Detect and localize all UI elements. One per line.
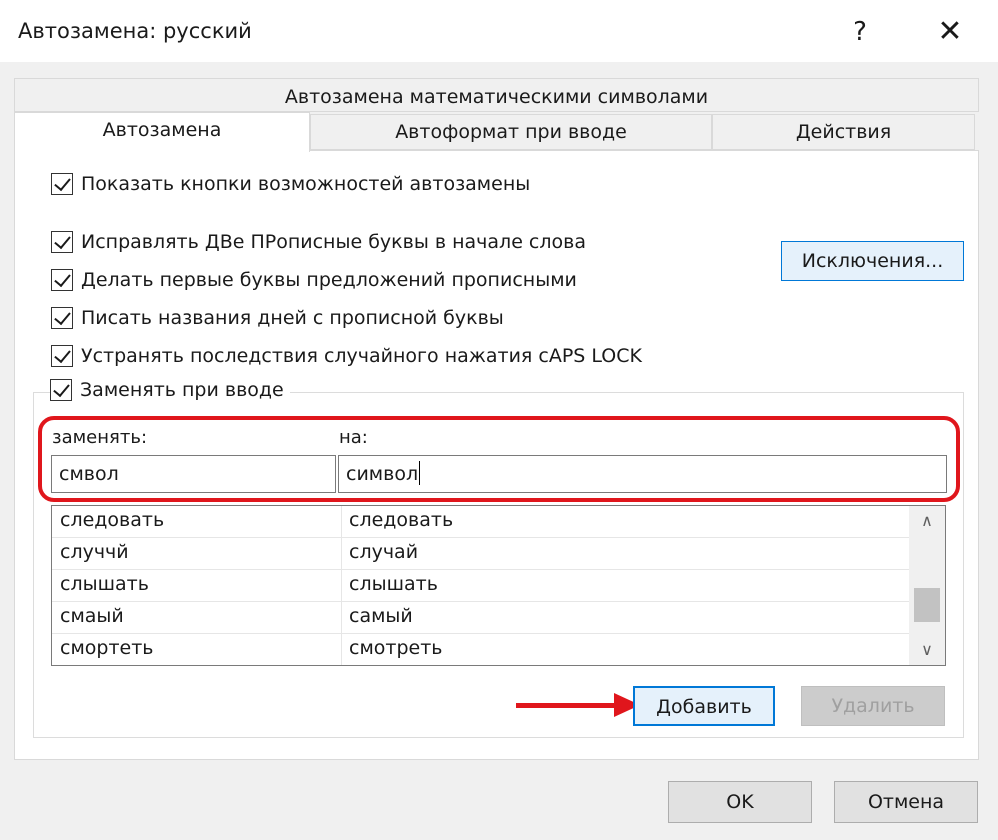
tab-autocorrect[interactable]: Автозамена bbox=[14, 112, 310, 152]
column-divider bbox=[341, 570, 342, 602]
list-cell-to: слышать bbox=[349, 573, 438, 595]
days-checkbox[interactable]: Писать названия дней с прописной буквы bbox=[51, 307, 504, 329]
checkbox-checked-icon bbox=[51, 307, 73, 329]
checkbox-checked-icon bbox=[51, 269, 73, 291]
list-cell-from: смортеть bbox=[60, 637, 154, 659]
days-label: Писать названия дней с прописной буквы bbox=[81, 307, 504, 329]
checkbox-checked-icon bbox=[50, 379, 72, 401]
column-divider bbox=[341, 538, 342, 570]
checkbox-checked-icon bbox=[51, 173, 73, 195]
list-row[interactable]: слышать слышать bbox=[52, 570, 909, 602]
red-arrow-shaft bbox=[516, 703, 618, 708]
list-row[interactable]: смортеть смотреть bbox=[52, 634, 909, 665]
list-cell-from: слышать bbox=[60, 573, 149, 595]
tab-autoformat[interactable]: Автоформат при вводе bbox=[310, 114, 712, 150]
list-row[interactable]: следовать следовать bbox=[52, 506, 909, 538]
cancel-button[interactable]: Отмена bbox=[834, 781, 978, 823]
checkbox-checked-icon bbox=[51, 345, 73, 367]
list-cell-to: смотреть bbox=[349, 637, 443, 659]
show-buttons-checkbox[interactable]: Показать кнопки возможностей автозамены bbox=[51, 173, 530, 195]
list-cell-from: смаый bbox=[60, 605, 124, 627]
column-divider bbox=[341, 506, 342, 538]
caps-lock-label: Устранять последствия случайного нажатия… bbox=[81, 345, 642, 367]
list-cell-to: случай bbox=[349, 541, 419, 563]
first-letter-checkbox[interactable]: Делать первые буквы предложений прописны… bbox=[51, 269, 577, 291]
first-letter-label: Делать первые буквы предложений прописны… bbox=[81, 269, 577, 291]
list-cell-from: случчй bbox=[60, 541, 129, 563]
chevron-down-icon[interactable]: ∨ bbox=[909, 635, 945, 665]
replace-typing-label: Заменять при вводе bbox=[80, 379, 284, 401]
add-button[interactable]: Добавить bbox=[633, 686, 775, 726]
list-cell-to: самый bbox=[349, 605, 413, 627]
list-cell-to: следовать bbox=[349, 509, 454, 531]
list-cell-from: следовать bbox=[60, 509, 165, 531]
two-caps-checkbox[interactable]: Исправлять ДВе ПРописные буквы в начале … bbox=[51, 231, 586, 253]
column-divider bbox=[341, 602, 342, 634]
close-button[interactable]: ✕ bbox=[928, 10, 972, 54]
tab-actions[interactable]: Действия bbox=[712, 114, 975, 150]
show-buttons-label: Показать кнопки возможностей автозамены bbox=[81, 173, 531, 195]
list-row[interactable]: смаый самый bbox=[52, 602, 909, 634]
two-caps-label: Исправлять ДВе ПРописные буквы в начале … bbox=[81, 231, 586, 253]
window-title: Автозамена: русский bbox=[18, 19, 252, 43]
checkbox-checked-icon bbox=[51, 231, 73, 253]
caps-lock-checkbox[interactable]: Устранять последствия случайного нажатия… bbox=[51, 345, 642, 367]
replacement-list[interactable]: следовать следовать случчй случай слышат… bbox=[51, 505, 946, 666]
help-button[interactable]: ? bbox=[838, 10, 882, 54]
exceptions-button[interactable]: Исключения... bbox=[781, 241, 964, 281]
delete-button[interactable]: Удалить bbox=[801, 686, 945, 726]
vertical-scrollbar[interactable]: ∧ ∨ bbox=[909, 506, 945, 665]
ok-button[interactable]: OK bbox=[668, 781, 812, 823]
replace-typing-checkbox[interactable]: Заменять при вводе bbox=[50, 379, 290, 401]
chevron-up-icon[interactable]: ∧ bbox=[909, 506, 945, 536]
highlight-frame bbox=[38, 416, 960, 502]
title-bar: Автозамена: русский ? ✕ bbox=[0, 0, 998, 62]
column-divider bbox=[341, 634, 342, 665]
tab-math-autocorrect[interactable]: Автозамена математическими символами bbox=[14, 78, 979, 112]
scrollbar-thumb[interactable] bbox=[914, 588, 940, 622]
list-row[interactable]: случчй случай bbox=[52, 538, 909, 570]
